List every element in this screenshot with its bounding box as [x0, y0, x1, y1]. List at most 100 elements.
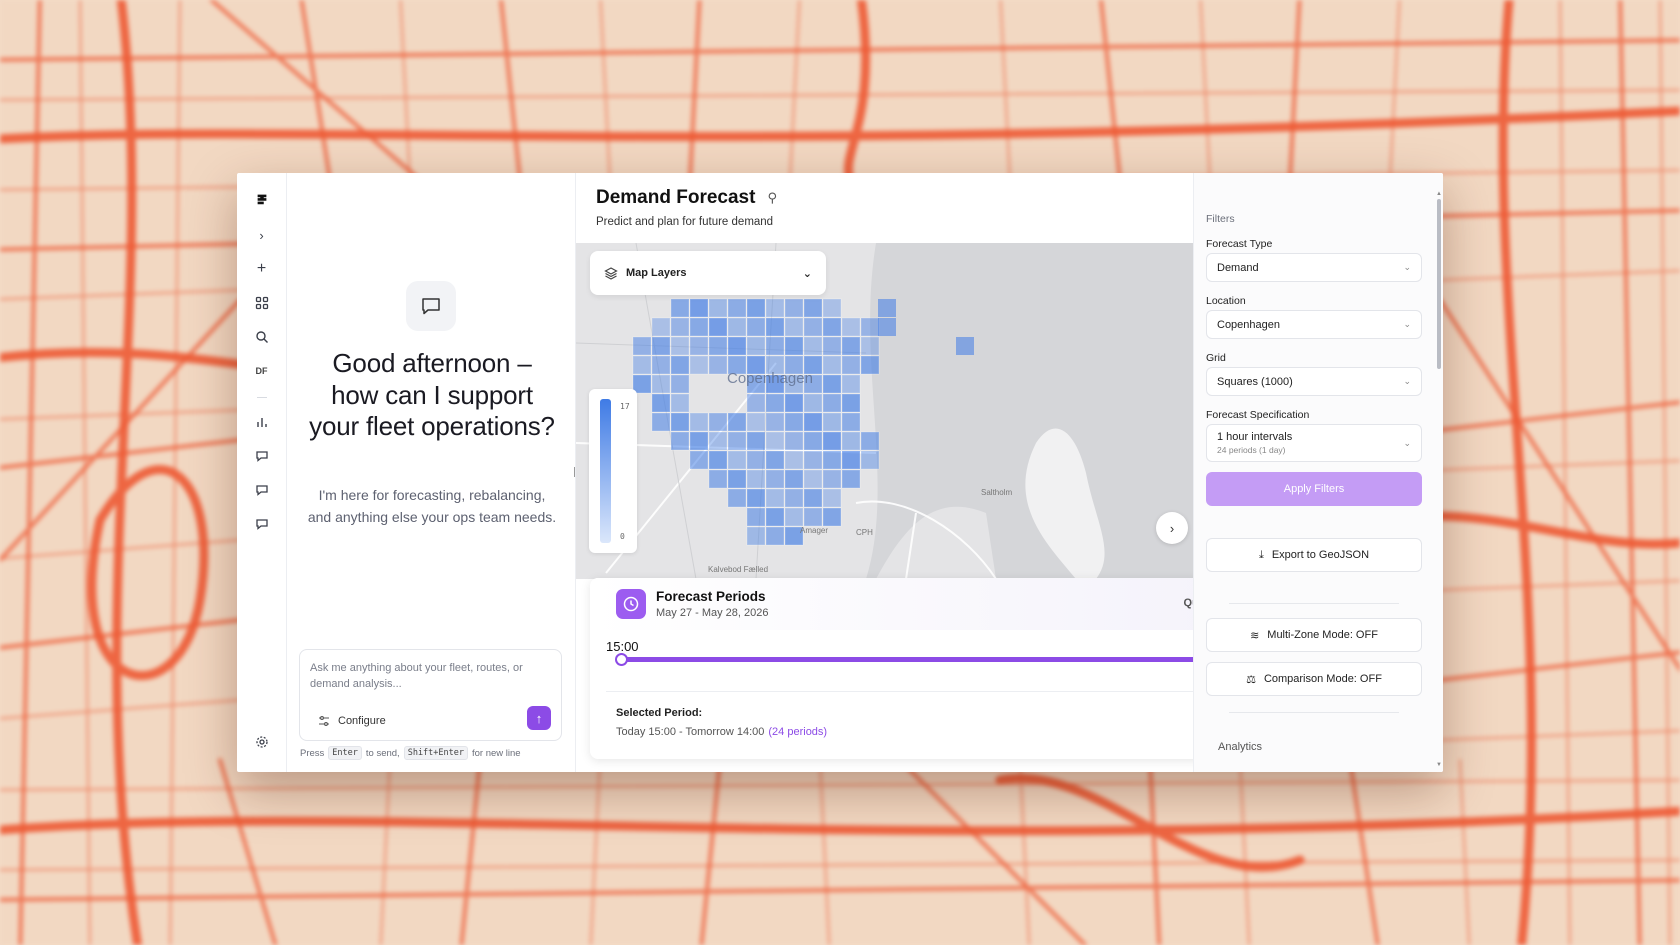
heatmap-cell	[878, 299, 896, 317]
send-button[interactable]: ↑	[527, 706, 551, 730]
heatmap-cell	[860, 317, 880, 337]
heatmap-cell	[765, 431, 785, 451]
heatmap-cell	[822, 488, 842, 508]
apps-grid-icon[interactable]	[248, 289, 276, 317]
heatmap-cell	[746, 336, 766, 356]
chat-history-icon[interactable]	[248, 442, 276, 470]
map-label-area: Amager	[800, 526, 829, 535]
heatmap-cell	[708, 317, 728, 337]
map-label-area: Kalvebod Fælled	[708, 565, 769, 574]
search-icon[interactable]	[248, 323, 276, 351]
heatmap-cell	[803, 393, 823, 413]
heatmap-cell	[765, 317, 785, 337]
heatmap-cell	[670, 374, 690, 394]
expand-panel-button[interactable]: ›	[1156, 512, 1188, 544]
pin-icon[interactable]: ⚲	[767, 190, 777, 206]
export-geojson-button[interactable]: ⤓ Export to GeoJSON	[1206, 538, 1422, 572]
forecast-type-value: Demand	[1217, 261, 1259, 274]
app-logo-icon[interactable]	[248, 185, 276, 213]
demand-forecast-shortcut[interactable]: DF	[248, 357, 276, 385]
heatmap-cell	[746, 469, 766, 489]
selected-period-count: (24 periods)	[768, 726, 828, 738]
heatmap-cell	[841, 374, 861, 394]
forecast-map[interactable]: Copenhagen Amager CPH Saltholm Kalvebod …	[576, 243, 1193, 579]
settings-gear-icon[interactable]	[248, 728, 276, 756]
multi-zone-toggle[interactable]: ≋ Multi-Zone Mode: OFF	[1206, 618, 1422, 652]
configure-button[interactable]: Configure	[318, 715, 386, 727]
heatmap-cell	[822, 374, 842, 394]
heatmap-cell	[765, 450, 785, 470]
period-slider-handle[interactable]	[615, 653, 628, 666]
heatmap-cell	[765, 393, 785, 413]
chevron-down-icon: ⌄	[1403, 319, 1411, 329]
new-chat-icon[interactable]: +	[248, 255, 276, 283]
chevron-right-icon: ›	[1169, 520, 1175, 536]
heatmap-cell	[803, 469, 823, 489]
scroll-up-arrow[interactable]: ▲	[1436, 191, 1442, 197]
scroll-down-arrow[interactable]: ▼	[1436, 762, 1442, 768]
filters-panel: ▲ ▼ Filters Forecast Type Demand ⌄ Locat…	[1193, 173, 1443, 772]
chevron-down-icon: ⌄	[802, 267, 812, 280]
heatmap-legend: 17 0	[589, 389, 637, 553]
map-layers-dropdown[interactable]: Map Layers ⌄	[590, 251, 826, 295]
heatmap-cell	[803, 431, 823, 451]
expand-sidebar-icon[interactable]: ›	[248, 221, 276, 249]
heatmap-cell	[822, 412, 842, 432]
assistant-chat-panel: Good afternoon – how can I support your …	[287, 173, 578, 772]
heatmap-cell	[784, 317, 804, 337]
download-icon: ⤓	[1258, 548, 1264, 561]
heatmap-cell	[746, 393, 766, 413]
quick-select-button[interactable]: Quic	[1184, 597, 1193, 609]
chevron-down-icon: ⌄	[1403, 262, 1411, 272]
map-label-city: Copenhagen	[727, 370, 813, 387]
heatmap-cell	[651, 317, 671, 337]
heatmap-cell	[651, 355, 671, 375]
location-select[interactable]: Copenhagen ⌄	[1206, 310, 1422, 339]
heatmap-cell	[708, 298, 728, 318]
heatmap-cell	[689, 336, 709, 356]
heatmap-cell	[708, 336, 728, 356]
scale-icon: ⚖	[1246, 673, 1256, 686]
apply-filters-button[interactable]: Apply Filters	[1206, 472, 1422, 506]
heatmap-cell	[841, 393, 861, 413]
heatmap-cell	[784, 393, 804, 413]
heatmap-cell	[860, 431, 880, 451]
heatmap-cell	[670, 393, 690, 413]
greeting-heading: Good afternoon – how can I support your …	[309, 348, 555, 441]
rail-separator	[256, 397, 267, 398]
location-label: Location	[1206, 295, 1246, 307]
heatmap-cell	[803, 336, 823, 356]
heatmap-cell	[784, 412, 804, 432]
forecast-spec-select[interactable]: 1 hour intervals 24 periods (1 day) ⌄	[1206, 424, 1422, 462]
heatmap-cell	[689, 298, 709, 318]
heatmap-cell	[708, 355, 728, 375]
heatmap-cell	[727, 336, 747, 356]
arrow-up-icon: ↑	[535, 710, 543, 726]
chat-composer[interactable]: Ask me anything about your fleet, routes…	[299, 649, 562, 741]
sliders-icon	[319, 716, 329, 726]
bar-chart-icon[interactable]	[248, 408, 276, 436]
heatmap-cell	[803, 317, 823, 337]
heatmap-cell	[860, 355, 880, 375]
comparison-toggle[interactable]: ⚖ Comparison Mode: OFF	[1206, 662, 1422, 696]
grid-select[interactable]: Squares (1000) ⌄	[1206, 367, 1422, 396]
heatmap-cell	[689, 355, 709, 375]
forecast-type-select[interactable]: Demand ⌄	[1206, 253, 1422, 282]
chevron-down-icon: ⌄	[1403, 376, 1411, 386]
chat-history-icon[interactable]	[248, 476, 276, 504]
page-header: Demand Forecast ⚲ Predict and plan for f…	[596, 187, 777, 228]
chat-history-icon[interactable]	[248, 510, 276, 538]
composer-hint: Press Enter to send, Shift+Enter for new…	[300, 746, 521, 760]
heatmap-cell	[822, 507, 842, 527]
selected-period-label: Selected Period:	[616, 707, 703, 719]
heatmap-cell	[670, 317, 690, 337]
period-slider-track[interactable]	[621, 657, 1193, 662]
heatmap-cell	[727, 317, 747, 337]
divider	[606, 691, 1193, 692]
heatmap-cell	[784, 298, 804, 318]
chat-input-placeholder[interactable]: Ask me anything about your fleet, routes…	[310, 660, 551, 692]
scrollbar-thumb[interactable]	[1437, 199, 1441, 369]
page-description: Predict and plan for future demand	[596, 216, 774, 228]
periods-header: Forecast Periods May 27 - May 28, 2026 Q…	[590, 578, 1193, 630]
heatmap-cell	[822, 450, 842, 470]
